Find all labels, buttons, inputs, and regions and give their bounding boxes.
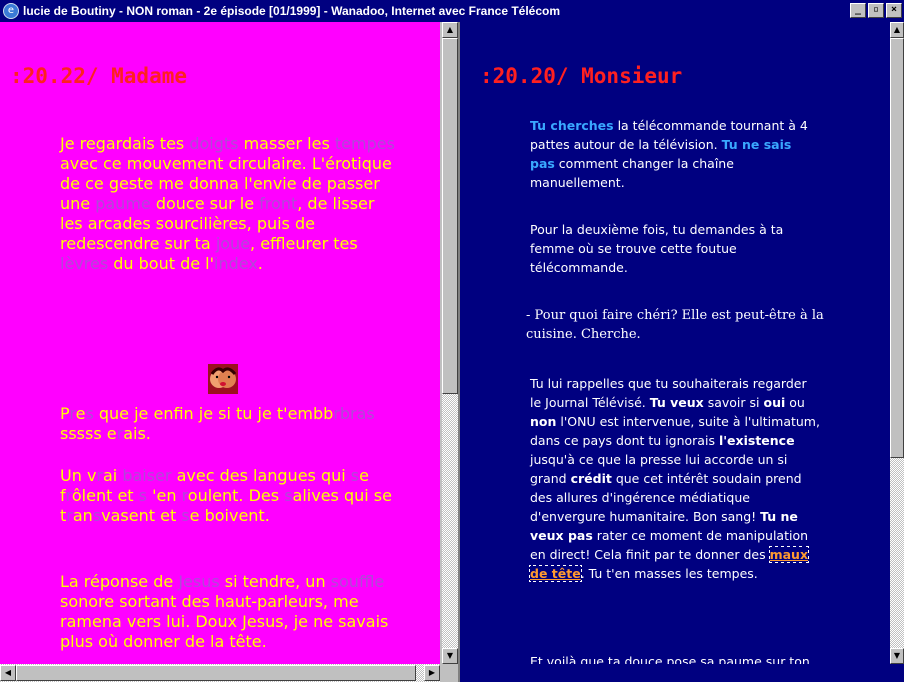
dim-word: souffle [330,572,385,591]
dim-word: baiser [122,466,172,485]
dim-word: s [284,486,293,505]
scrollbar-corner [442,664,458,682]
madame-paragraph-1: Je regardais tes doigts masser les tempe… [60,134,400,274]
dim-word: front [259,194,298,213]
bold-word: oui [763,395,786,410]
text-span: masser les [238,134,335,153]
text-span: La réponse de [60,572,179,591]
text-span: oulent. Des [187,486,285,505]
text-span: savoir si [703,395,764,410]
scroll-down-arrow-icon[interactable]: ▼ [442,648,458,664]
bold-word: crédit [570,471,612,486]
madame-paragraph-4: La réponse de Jesus si tendre, un souffl… [60,572,400,652]
right-frame-monsieur: :20.20/ Monsieur Tu cherches la télécomm… [460,22,890,664]
dim-word: tempes [334,134,395,153]
text-span: comment changer la chaîne manuellement. [530,156,734,190]
close-button[interactable]: × [886,3,902,18]
dim-word: doigts [189,134,239,153]
text-span: . [257,254,263,273]
dim-word: s [85,404,94,423]
monsieur-paragraph-1: Tu cherches la télécommande tournant à 4… [530,116,820,192]
horizontal-scroll-thumb[interactable] [16,665,416,681]
text-span: si tendre, un [219,572,331,591]
text-span: Un v [60,466,97,485]
monsieur-heading: :20.20/ Monsieur [480,64,683,88]
ie-icon[interactable]: e [3,3,19,19]
title-bar: e lucie de Boutiny - NON roman - 2e épis… [0,0,904,22]
dim-word: s [138,486,147,505]
text-span: ais. [123,424,151,443]
scroll-right-arrow-icon[interactable]: ▶ [424,665,440,681]
scroll-down-arrow-icon[interactable]: ▼ [890,648,904,664]
text-span: 'en [147,486,182,505]
left-horizontal-scrollbar[interactable]: ◀ ▶ [0,664,440,682]
left-frame-madame: :20.22/ Madame Je regardais tes doigts m… [0,22,440,664]
dim-word: lèvres [60,254,109,273]
text-span: an [72,506,93,525]
frame-divider[interactable] [440,22,442,682]
dim-word: rbras [333,404,375,423]
madame-heading: :20.22/ Madame [10,64,188,88]
bold-word: Tu veux [649,395,704,410]
scroll-up-arrow-icon[interactable]: ▲ [890,22,904,38]
text-span: ou [785,395,805,410]
right-frame-bottom [460,664,904,682]
text-span: P [60,404,70,423]
dim-word: s [181,506,190,525]
scroll-left-arrow-icon[interactable]: ◀ [0,665,16,681]
text-span: ôlent et [71,486,139,505]
text-span: . Tu t'en masses les tempes. [580,566,758,581]
right-vertical-scrollbar[interactable]: ▲ ▼ [890,22,904,664]
maximize-button[interactable]: ▫ [868,3,884,18]
text-span: avec des langues qui [171,466,351,485]
scroll-thumb[interactable] [442,38,458,394]
scroll-thumb[interactable] [890,38,904,458]
dim-word: r [66,506,73,525]
text-span: e boivent. [189,506,270,525]
text-span: e [75,404,86,423]
monsieur-paragraph-2: Pour la deuxième fois, tu demandes à ta … [530,222,784,275]
kissing-faces-icon[interactable] [208,364,238,394]
highlight-phrase: Tu cherches [530,118,614,133]
dim-word: r [96,466,103,485]
text-span: du bout de l' [108,254,215,273]
bold-word: non [530,414,557,429]
minimize-button[interactable]: _ [850,3,866,18]
dim-word: joue [215,234,251,253]
text-span: sssss e [60,424,117,443]
monsieur-paragraph-3: - Pour quoi faire chéri? Elle est peut-ê… [526,308,824,342]
text-span: que je enfin je si tu je t'embb [93,404,334,423]
dim-word: Jesus [178,572,220,591]
window-controls: _ ▫ × [850,3,902,18]
text-span: douce sur le [150,194,260,213]
monsieur-paragraph-4: Tu lui rappelles que tu souhaiterais reg… [528,374,820,583]
dim-word: index [214,254,258,273]
dim-word: s [350,466,360,485]
text-span: Je regardais tes [60,134,190,153]
text-span: sonore sortant des haut-parleurs, me ram… [60,592,389,651]
text-span: , effleurer tes [250,234,358,253]
dim-word: s [92,506,102,525]
monsieur-paragraph-5: Et voilà que ta douce pose sa paume sur … [530,654,810,664]
madame-paragraph-3: Un vrai baiser avec des langues qui se f… [60,466,400,526]
left-vertical-scrollbar[interactable]: ▲ ▼ [442,22,458,664]
text-span: vasent et [101,506,182,525]
text-span: ai [102,466,123,485]
bold-word: l'existence [718,433,795,448]
madame-paragraph-2: Pres que je enfin je si tu je t'embbrbra… [60,404,400,444]
window-title: lucie de Boutiny - NON roman - 2e épisod… [23,4,561,18]
scroll-up-arrow-icon[interactable]: ▲ [442,22,458,38]
dim-word: paume [95,194,151,213]
